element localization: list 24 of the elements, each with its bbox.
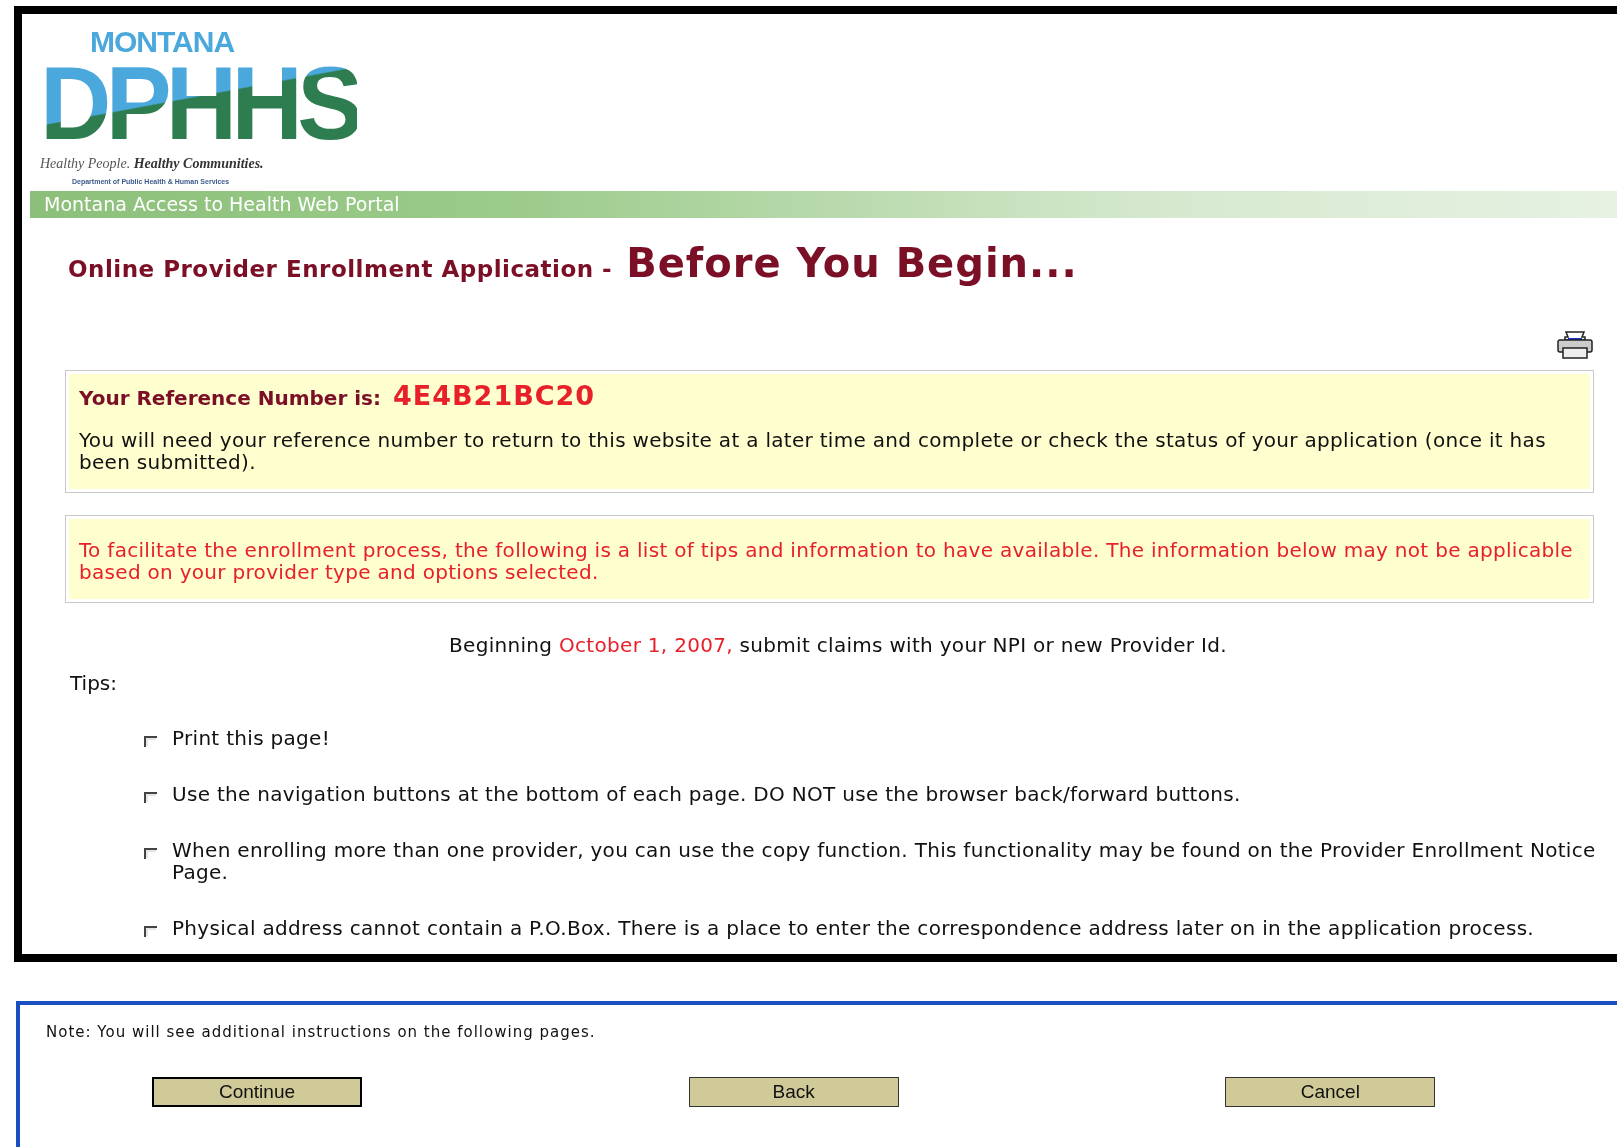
tips-label: Tips: <box>70 671 118 695</box>
reference-number: 4E4B21BC20 <box>393 380 596 411</box>
nav-button[interactable]: Cancel <box>1225 1077 1436 1107</box>
claims-notice-text: Beginning October 1, 2007, submit claims with your NPI or new Provider Id. <box>448 633 1228 657</box>
page-subtitle: Online Provider Enrollment Application - <box>68 256 613 282</box>
bullet-icon <box>144 791 158 803</box>
logo-tagline: Healthy People. Healthy Communities. <box>40 156 264 172</box>
bullet-icon <box>144 735 158 747</box>
note-text: Note: You will see additional instructions on the following pages. <box>46 1023 597 1041</box>
tip-text: Use the navigation buttons at the bottom of each page. DO NOT use the browser back/forward buttons. <box>172 783 1241 805</box>
portal-title-bar: Montana Access to Health Web Portal <box>30 191 1617 218</box>
logo-state-text: MONTANA <box>90 26 235 58</box>
page-title: Before You Begin... <box>626 240 1078 286</box>
notice-text: To facilitate the enrollment process, the following is a list of tips and information to have available. The information below may not be applicable based on your provider type and options selected. <box>79 539 1574 583</box>
tip-text: Physical address cannot contain a P.O.Box. There is a place to enter the correspondence address later on in the application process. <box>172 917 1534 939</box>
printer-icon[interactable] <box>1556 330 1594 360</box>
bullet-icon <box>144 847 158 859</box>
nav-button[interactable]: Continue <box>152 1077 362 1107</box>
tip-text: Print this page! <box>172 727 330 749</box>
reference-label: Your Reference Number is: <box>79 386 381 410</box>
reference-info-text: You will need your reference number to return to this website at a later time and complete or check the status of your application (once it has been submitted). <box>79 429 1547 473</box>
tip-text: When enrolling more than one provider, you can use the copy function. This functionality may be found on the Provider Enrollment Notice Page. <box>172 839 1597 883</box>
nav-button[interactable]: Back <box>688 1077 899 1107</box>
bullet-icon <box>144 925 158 937</box>
